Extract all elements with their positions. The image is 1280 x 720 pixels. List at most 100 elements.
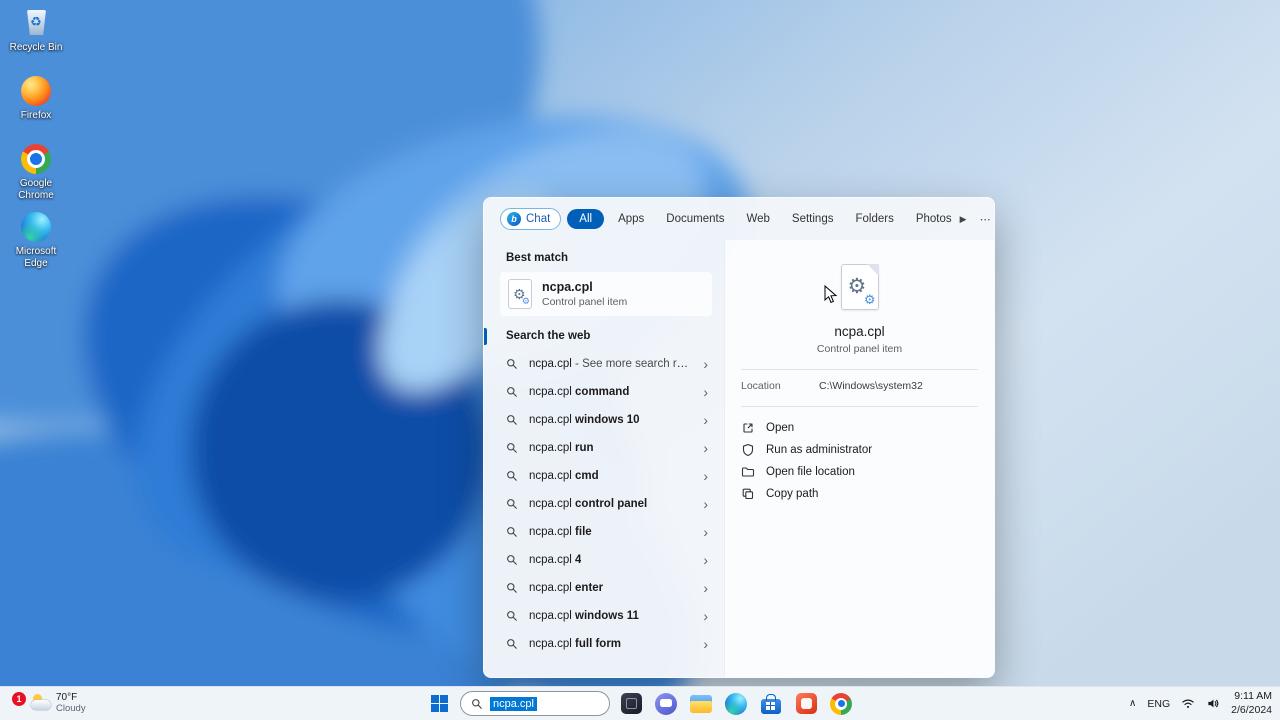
search-filter-tab[interactable]: Web — [738, 209, 777, 229]
search-suggestion[interactable]: ncpa.cpl full form — [500, 630, 712, 658]
app-logo-icon — [19, 6, 53, 40]
action-item[interactable]: Run as administrator — [741, 439, 978, 461]
tab-label: All — [579, 213, 593, 225]
chevron-right-icon — [703, 357, 708, 371]
search-suggestion[interactable]: ncpa.cpl command — [500, 378, 712, 406]
tab-label: Settings — [791, 213, 834, 225]
chevron-right-icon — [703, 637, 708, 651]
desktop-icon[interactable]: Firefox — [4, 72, 68, 136]
desktop-icon-label: Microsoft Edge — [15, 246, 57, 269]
chrome-icon — [830, 692, 852, 715]
preview-title: ncpa.cpl — [834, 324, 885, 339]
chevron-right-icon — [703, 469, 708, 483]
search-icon — [507, 611, 517, 621]
search-filter-tab[interactable]: All — [567, 209, 605, 229]
search-suggestion[interactable]: ncpa.cpl control panel — [500, 490, 712, 518]
search-suggestion[interactable]: ncpa.cpl run — [500, 434, 712, 462]
control-panel-item-icon-large — [840, 264, 879, 310]
preview-pane: ncpa.cpl Control panel item Location C:\… — [724, 240, 994, 677]
search-icon — [507, 639, 517, 649]
app-icon-red[interactable] — [792, 690, 820, 718]
search-icon — [472, 698, 482, 709]
search-filter-tab[interactable]: Apps — [610, 209, 652, 229]
search-icon — [507, 387, 517, 397]
teams-chat-button[interactable] — [652, 690, 680, 718]
folder-icon — [690, 694, 712, 713]
search-filter-tab[interactable]: Photos — [908, 209, 960, 229]
clock[interactable]: 9:11 AM 2/6/2024 — [1231, 690, 1272, 716]
desktop-icon-list: Recycle Bin Firefox Google Chrome Micros… — [4, 4, 68, 276]
search-icon — [507, 415, 517, 425]
search-suggestion[interactable]: ncpa.cpl file — [500, 518, 712, 546]
edge-button[interactable] — [722, 690, 750, 718]
search-suggestion[interactable]: ncpa.cpl cmd — [500, 462, 712, 490]
action-item[interactable]: Open file location — [741, 461, 978, 483]
chrome-button[interactable] — [827, 690, 855, 718]
search-flyout: Chat All Apps Documents — [483, 197, 995, 678]
language-indicator[interactable]: ENG — [1147, 698, 1170, 710]
cloudy-weather-icon — [31, 694, 51, 711]
taskbar-search-box[interactable]: ncpa.cpl — [460, 691, 610, 716]
more-filters-play-button[interactable]: ▶ — [960, 214, 967, 225]
edge-icon — [725, 692, 747, 715]
action-label: Open file location — [766, 466, 855, 478]
search-suggestion[interactable]: ncpa.cpl 4 — [500, 546, 712, 574]
weather-condition: Cloudy — [56, 702, 86, 714]
tab-label: Chat — [526, 213, 551, 225]
best-match-header: Best match — [506, 252, 568, 264]
search-suggestion[interactable]: ncpa.cpl - See more search results — [500, 350, 712, 378]
desktop-icon[interactable]: Recycle Bin — [4, 4, 68, 68]
app-logo-icon — [19, 210, 53, 244]
search-icon — [507, 359, 517, 369]
chevron-right-icon — [703, 525, 708, 539]
action-list: Open Run as administrator Open file loca… — [741, 417, 978, 505]
notification-badge: 1 — [12, 691, 26, 706]
tab-label: Documents — [666, 213, 725, 225]
taskbar-center: ncpa.cpl — [425, 690, 855, 718]
search-suggestion[interactable]: ncpa.cpl enter — [500, 574, 712, 602]
preview-subtitle: Control panel item — [816, 343, 903, 355]
wifi-icon[interactable] — [1181, 697, 1195, 710]
best-match-title: ncpa.cpl — [542, 280, 593, 294]
search-filter-tab[interactable]: Documents — [658, 209, 732, 229]
options-ellipsis-button[interactable]: ⋯ — [980, 213, 991, 226]
search-suggestion[interactable]: ncpa.cpl windows 11 — [500, 602, 712, 630]
file-explorer-button[interactable] — [687, 690, 715, 718]
copy-icon — [741, 487, 755, 501]
control-panel-item-icon — [508, 279, 532, 309]
search-filter-tab[interactable]: Chat — [500, 208, 562, 230]
app-logo-icon — [19, 74, 53, 108]
desktop-icon[interactable]: Google Chrome — [4, 140, 68, 204]
volume-icon[interactable] — [1206, 697, 1220, 710]
microsoft-store-button[interactable] — [757, 690, 785, 718]
mouse-cursor — [824, 285, 838, 304]
action-item[interactable]: Open — [741, 417, 978, 439]
store-bag-icon — [761, 693, 781, 714]
folder-icon — [741, 465, 755, 479]
chevron-up-icon[interactable]: ∧ — [1129, 698, 1136, 709]
taskbar: 1 70°F Cloudy ncpa.cpl ∧ ENG 9:11 AM 2/6… — [0, 686, 1280, 720]
divider — [741, 406, 978, 407]
action-label: Copy path — [766, 488, 819, 500]
best-match-result[interactable]: ncpa.cpl Control panel item — [500, 272, 712, 316]
desktop-icon[interactable]: Microsoft Edge — [4, 208, 68, 272]
action-item[interactable]: Copy path — [741, 483, 978, 505]
location-label: Location — [741, 380, 781, 392]
search-filter-tab[interactable]: Settings — [784, 209, 842, 229]
search-filter-tab[interactable]: Folders — [847, 209, 901, 229]
dark-app-icon — [620, 693, 642, 714]
selection-indicator — [484, 328, 487, 345]
weather-widget[interactable]: 1 70°F Cloudy — [6, 687, 92, 720]
tab-label: Apps — [618, 213, 645, 225]
shield-icon — [741, 443, 755, 457]
chevron-right-icon — [703, 413, 708, 427]
tabbar-extra: ▶ ⋯ b — [960, 208, 994, 230]
red-app-icon — [795, 693, 817, 714]
search-icon — [507, 583, 517, 593]
app-icon-dark[interactable] — [617, 690, 645, 718]
start-button[interactable] — [425, 690, 453, 718]
results-column: Best match ncpa.cpl Control panel item S… — [484, 240, 724, 677]
tab-label: Web — [746, 213, 770, 225]
search-icon — [507, 499, 517, 509]
search-suggestion[interactable]: ncpa.cpl windows 10 — [500, 406, 712, 434]
